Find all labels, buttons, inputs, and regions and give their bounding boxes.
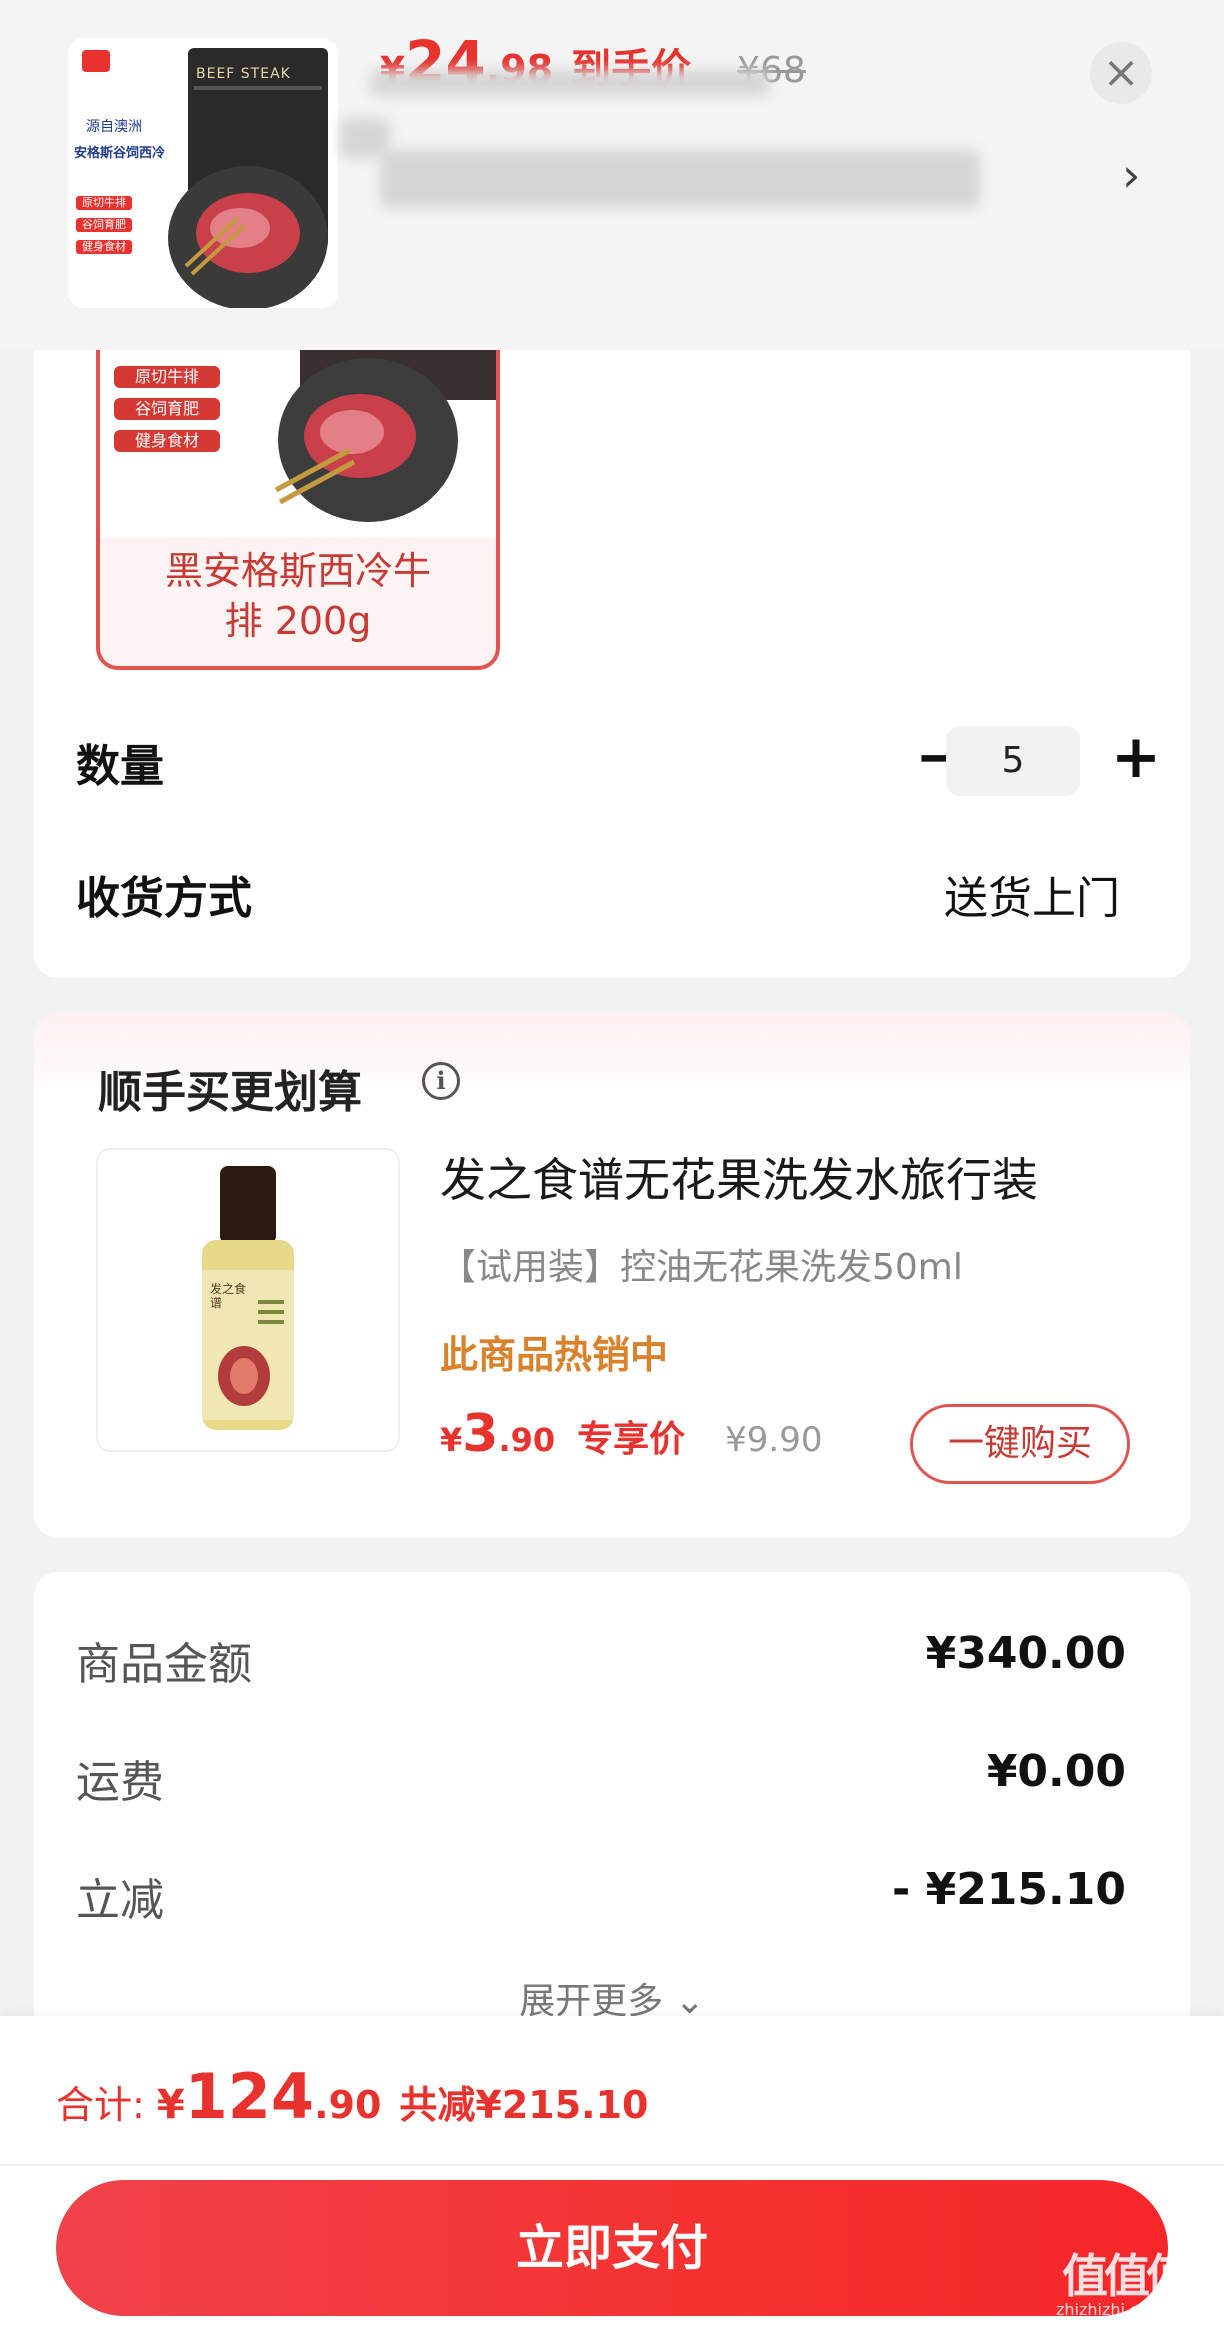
quantity-increase-button[interactable]: + — [1106, 726, 1166, 790]
thumb-badge: 谷饲育肥 — [82, 218, 126, 231]
upsell-title: 顺手买更划算 — [98, 1067, 362, 1118]
total-integer: 124 — [184, 2060, 315, 2133]
total-label: 合计: — [56, 2083, 145, 2127]
blurred-redaction — [380, 150, 980, 208]
shipping-label: 运费 — [76, 1757, 164, 1808]
total-discount: 共减¥215.10 — [399, 2083, 649, 2127]
spec-name-line: 黑安格斯西冷牛 — [164, 549, 431, 593]
total-decimal: .90 — [314, 2083, 382, 2127]
upsell-price-currency: ¥ — [440, 1421, 463, 1459]
delivery-method-value[interactable]: 送货上门 — [894, 862, 1120, 926]
total-row: 合计: ¥ 124 .90 共减¥215.10 — [56, 2060, 649, 2133]
upsell-price: ¥ 3 .90 专享价 ¥9.90 — [440, 1404, 823, 1464]
one-click-buy-button[interactable]: 一键购买 — [910, 1404, 1130, 1484]
product-header: 源自澳洲 安格斯谷饲西冷 BEEF STEAK 原切牛排 谷饲育肥 健身食材 ¥… — [0, 0, 1224, 350]
discount-label: 立减 — [76, 1875, 164, 1926]
upsell-product-desc: 【试用装】控油无花果洗发50ml — [440, 1247, 963, 1288]
blurred-redaction — [370, 70, 770, 96]
upsell-card: 顺手买更划算 i 发之食谱 发之食谱无花果洗发水旅行装 【试用装】控油无花果洗发… — [34, 1012, 1190, 1538]
delivery-label: 收货方式 — [76, 873, 252, 924]
thumb-pack-label: BEEF STEAK — [196, 66, 291, 82]
quantity-label: 数量 — [76, 741, 164, 792]
subtotal-label: 商品金额 — [76, 1639, 252, 1690]
thumb-subtitle: 安格斯谷饲西冷 — [74, 146, 166, 161]
selected-spec-option[interactable]: 原切牛排 谷饲育肥 健身食材 黑安格斯西冷牛 排 200g — [96, 340, 500, 670]
spec-image: 原切牛排 谷饲育肥 健身食材 — [100, 340, 496, 538]
divider — [0, 2164, 1224, 2166]
close-icon: × — [1102, 47, 1140, 98]
spec-badge: 谷饲育肥 — [134, 399, 199, 418]
upsell-price-decimal: .90 — [498, 1421, 556, 1459]
bottle-label: 发之食谱 — [210, 1282, 247, 1310]
upsell-original-price: ¥9.90 — [725, 1420, 823, 1460]
quantity-input[interactable]: 5 — [946, 726, 1080, 796]
hot-sale-label: 此商品热销中 — [440, 1333, 669, 1377]
spec-name: 黑安格斯西冷牛 排 200g — [100, 546, 496, 646]
chevron-right-icon[interactable]: › — [1122, 148, 1140, 202]
product-thumbnail[interactable]: 源自澳洲 安格斯谷饲西冷 BEEF STEAK 原切牛排 谷饲育肥 健身食材 — [68, 38, 338, 308]
spec-name-line: 排 200g — [224, 599, 372, 643]
watermark-url: zhizhizhi.com — [1056, 2300, 1165, 2319]
checkout-bar: 合计: ¥ 124 .90 共减¥215.10 立即支付 — [0, 2016, 1224, 2329]
info-icon[interactable]: i — [422, 1062, 460, 1100]
thumb-badge: 原切牛排 — [82, 196, 126, 209]
total-currency: ¥ — [156, 2082, 185, 2128]
spec-badge: 原切牛排 — [134, 367, 199, 386]
upsell-product-name[interactable]: 发之食谱无花果洗发水旅行装 — [440, 1144, 1038, 1210]
shipping-value: ¥0.00 — [986, 1746, 1126, 1797]
pay-now-button[interactable]: 立即支付 — [56, 2180, 1168, 2316]
order-options-card: 原切牛排 谷饲育肥 健身食材 黑安格斯西冷牛 排 200g 数量 − 5 + 收… — [34, 340, 1190, 978]
upsell-product-image[interactable]: 发之食谱 — [96, 1148, 400, 1452]
close-button[interactable]: × — [1090, 42, 1152, 104]
upsell-price-integer: 3 — [462, 1404, 499, 1464]
subtotal-value: ¥340.00 — [925, 1628, 1126, 1679]
thumb-brand-tag: 源自澳洲 — [86, 119, 142, 135]
watermark-logo: 值值值 — [1062, 2249, 1192, 2303]
upsell-price-tag: 专享价 — [577, 1419, 686, 1460]
price-summary-card: 商品金额 ¥340.00 运费 ¥0.00 立减 - ¥215.10 展开更多 … — [34, 1572, 1190, 2032]
thumb-badge: 健身食材 — [82, 240, 126, 253]
spec-badge: 健身食材 — [134, 431, 199, 450]
discount-value: - ¥215.10 — [892, 1864, 1126, 1915]
